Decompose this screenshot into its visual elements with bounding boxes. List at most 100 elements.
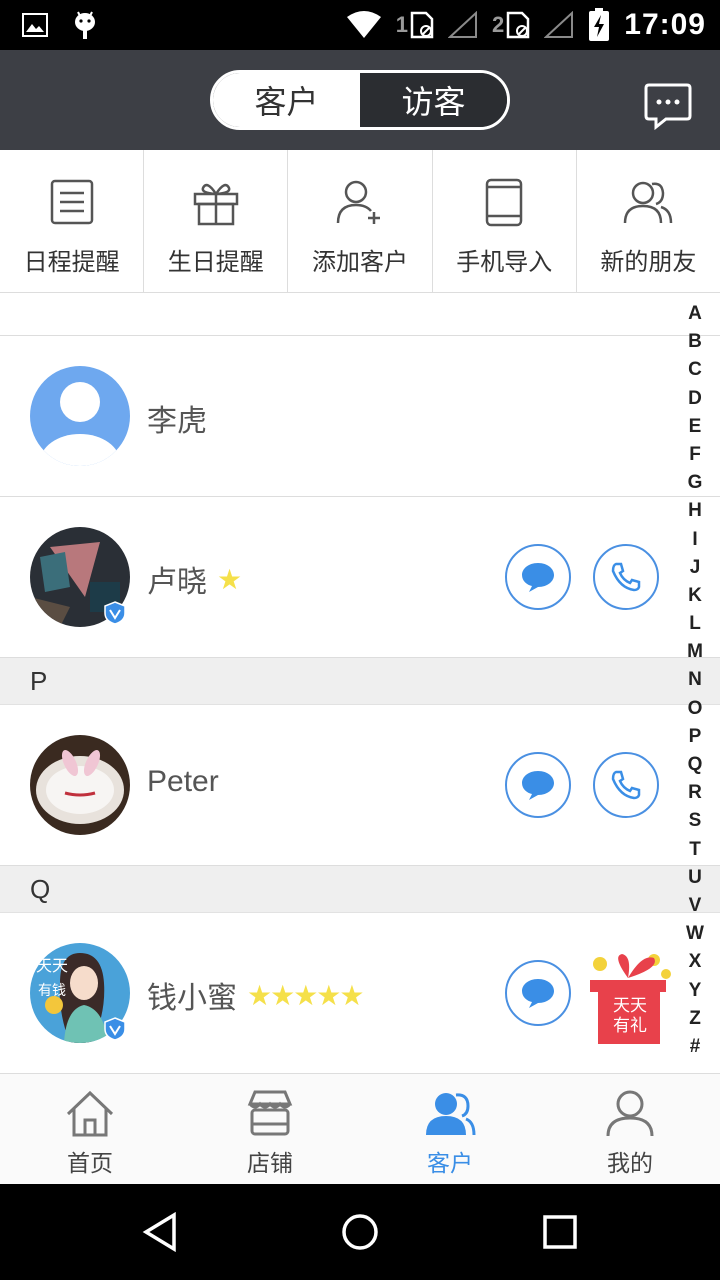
chat-button[interactable] [505,960,571,1026]
chat-dots-icon[interactable] [644,82,692,130]
customers-icon [426,1093,476,1136]
birthday-reminder-button[interactable]: 生日提醒 [144,150,289,292]
avatar-text: 天天 [36,956,68,975]
nav-label: 我的 [607,1151,653,1177]
android-notification-icon [75,11,95,39]
nav-label: 客户 [427,1151,473,1177]
new-friends-button[interactable]: 新的朋友 [577,150,720,292]
alphabet-index[interactable]: A B C D E F G H I J K L M N O P Q R S T U V W X Y Z # [682,300,708,1061]
chat-bubble-icon [522,563,554,592]
call-button[interactable] [593,752,659,818]
index-letter[interactable]: T [689,836,701,864]
index-letter[interactable]: V [689,892,702,920]
nav-customers[interactable]: 客户 [360,1074,540,1184]
action-label: 日程提醒 [23,248,120,276]
call-button[interactable] [593,544,659,610]
index-letter[interactable]: L [689,610,701,638]
index-letter[interactable]: G [688,469,703,497]
schedule-icon [50,179,93,225]
sim-card-icon [410,11,434,39]
contact-name: 李虎 [147,396,207,440]
back-icon[interactable] [140,1212,180,1252]
index-letter[interactable]: C [688,356,702,384]
avatar [30,735,130,835]
promo-line-1: 天天 [613,996,647,1016]
phone-icon [611,770,641,800]
gallery-notification-icon [22,13,48,37]
nav-profile[interactable]: 我的 [540,1074,720,1184]
index-letter[interactable]: N [688,666,702,694]
tab-visitors[interactable]: 访客 [360,73,507,127]
nav-home[interactable]: 首页 [0,1074,180,1184]
action-label: 手机导入 [456,248,553,276]
index-letter[interactable]: J [690,554,701,582]
daily-gift-promo[interactable]: 天天 有礼 [582,948,674,1048]
index-letter[interactable]: Y [689,977,702,1005]
nav-label: 店铺 [247,1151,293,1177]
phone-import-icon [485,178,523,227]
index-letter[interactable]: X [689,948,702,976]
system-nav-bar [0,1184,720,1280]
action-label: 添加客户 [312,248,408,276]
chat-bubble-icon [522,979,554,1008]
verified-badge-icon [104,601,126,625]
contact-row[interactable]: 卢晓 ★ [0,497,720,658]
tab-customers[interactable]: 客户 [213,73,360,127]
avatar [30,366,130,466]
index-letter[interactable]: R [688,779,702,807]
wifi-icon [346,11,381,38]
index-letter[interactable]: P [689,723,702,751]
schedule-reminder-button[interactable]: 日程提醒 [0,150,145,292]
contact-row[interactable]: 李虎 [0,336,720,497]
index-letter[interactable]: O [688,695,703,723]
contact-name-text: 李虎 [147,404,207,439]
contact-name: 钱小蜜 ★★★★★ [147,973,365,1017]
index-letter[interactable]: U [688,864,702,892]
photo-avatar [30,735,130,835]
index-letter[interactable]: B [688,328,702,356]
sim1-number: 1 [395,12,409,37]
add-user-icon [336,180,380,224]
phone-import-button[interactable]: 手机导入 [433,150,577,292]
index-letter[interactable]: W [686,920,704,948]
recents-icon[interactable] [542,1214,578,1250]
chat-button[interactable] [505,752,571,818]
app-header: 客户 访客 [0,50,720,150]
sim1-status: 1 [396,11,434,39]
contact-row[interactable]: Peter [0,705,720,866]
phone-icon [611,562,641,592]
chat-button[interactable] [505,544,571,610]
index-letter[interactable]: D [688,385,702,413]
index-letter[interactable]: H [688,497,702,525]
nav-label: 首页 [67,1151,113,1177]
index-letter[interactable]: A [688,300,702,328]
battery-charging-icon [589,8,610,41]
nav-store[interactable]: 店铺 [180,1074,360,1184]
add-customer-button[interactable]: 添加客户 [288,150,433,292]
contact-name: Peter [147,765,219,799]
index-letter[interactable]: M [687,638,703,666]
list-item-partial [0,294,720,336]
index-letter[interactable]: S [689,807,702,835]
signal-icon [448,11,478,38]
index-letter[interactable]: Q [688,751,703,779]
profile-icon [606,1090,654,1137]
store-icon [247,1090,293,1136]
index-letter[interactable]: E [689,413,702,441]
home-icon [66,1090,114,1137]
star-rating: ★★★★★ [247,978,365,1012]
promo-text: 天天 有礼 [600,996,660,1036]
home-circle-icon[interactable] [340,1212,380,1252]
index-letter[interactable]: I [692,526,697,554]
quick-actions: 日程提醒 生日提醒 添加客户 手机导入 新的朋友 [0,150,720,293]
contact-name: 卢晓 ★ [147,557,242,601]
verified-badge-icon [104,1017,126,1041]
index-letter[interactable]: # [690,1033,701,1061]
index-letter[interactable]: K [688,582,702,610]
default-avatar-icon [30,366,130,466]
index-letter[interactable]: F [689,441,701,469]
gift-icon [193,183,239,226]
action-label: 新的朋友 [600,248,697,276]
sim-card-icon [507,11,530,39]
index-letter[interactable]: Z [689,1005,701,1033]
